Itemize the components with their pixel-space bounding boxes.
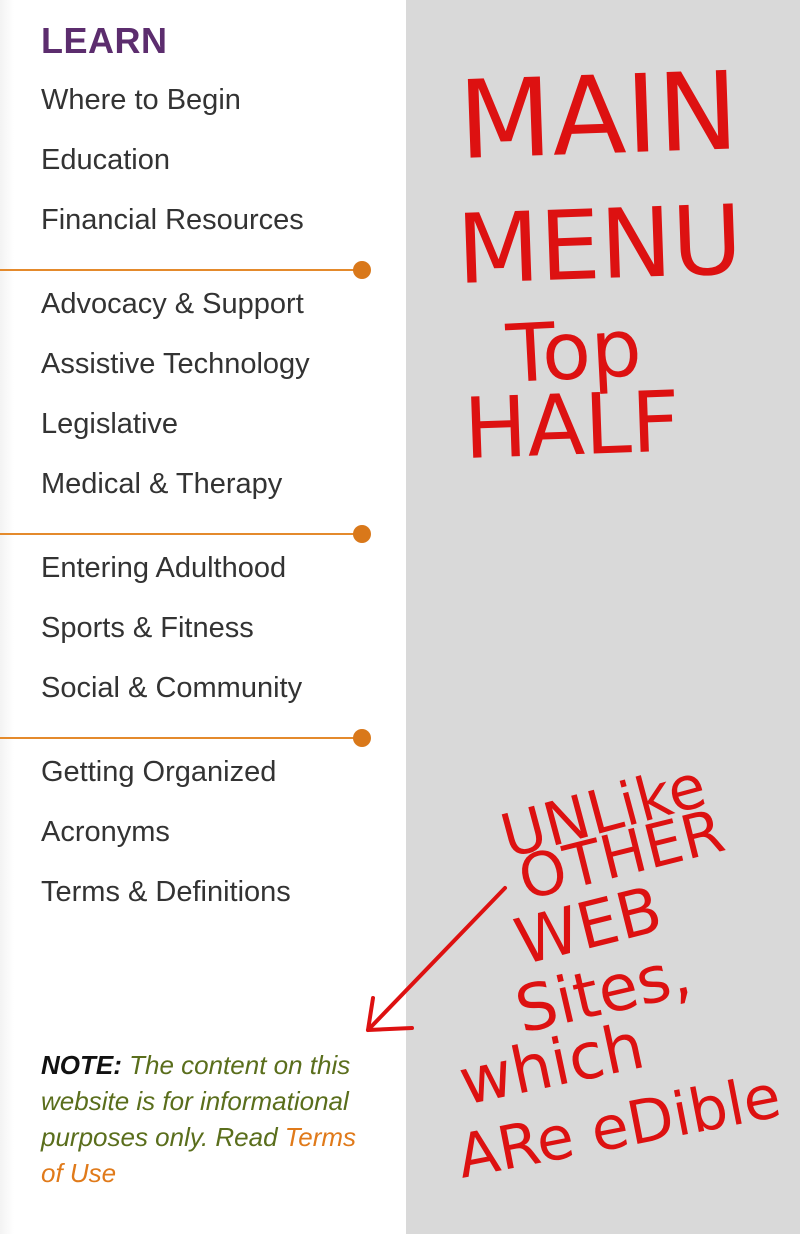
- annotation-text: MAIN MENU Top HALF UNLike OTHER WEB Site…: [452, 49, 787, 1192]
- annotation-arrow-shaft: [366, 886, 507, 1032]
- annotation-line-main: MAIN: [457, 49, 741, 184]
- annotation-strokes: [366, 886, 507, 1032]
- annotation-line-menu: MENU: [455, 184, 744, 306]
- annotation-line-half: HALF: [462, 373, 681, 478]
- handwritten-annotation: MAIN MENU Top HALF UNLike OTHER WEB Site…: [366, 49, 787, 1193]
